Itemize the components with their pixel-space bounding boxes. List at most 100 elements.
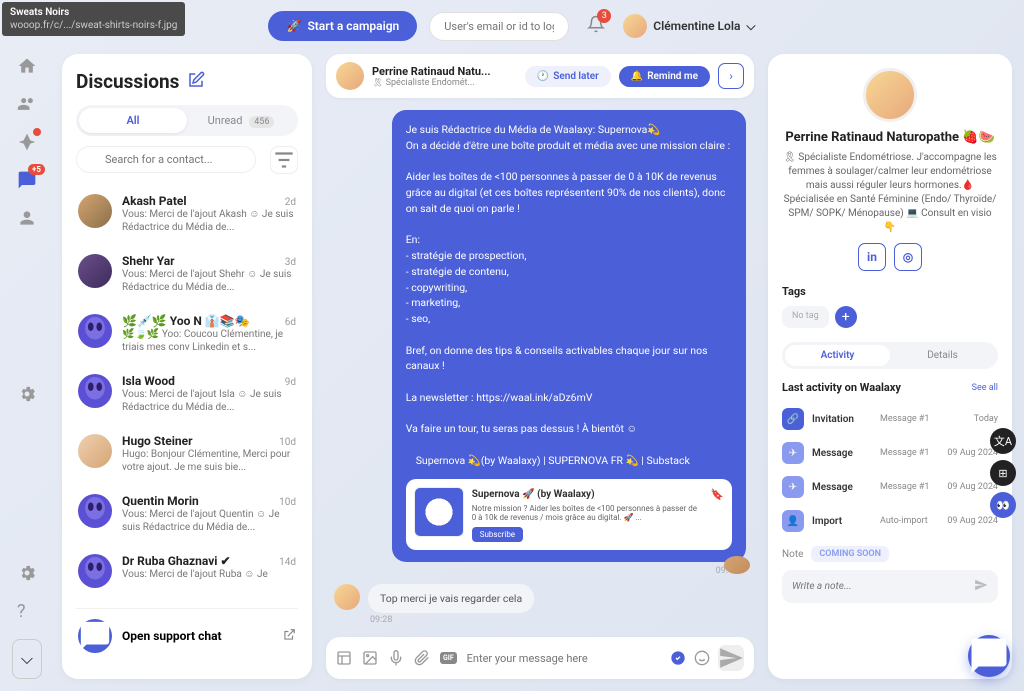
support-chat-row[interactable]: Open support chat	[76, 608, 298, 663]
next-button[interactable]: ›	[718, 63, 744, 89]
nav-chat-icon[interactable]: +5	[17, 170, 37, 190]
emoji-icon[interactable]	[694, 650, 710, 666]
note-label: Note	[782, 549, 803, 560]
search-input[interactable]	[76, 146, 256, 173]
time-ago: 10d	[279, 437, 296, 448]
nav-gear-icon[interactable]	[17, 563, 37, 583]
filter-button[interactable]	[270, 146, 298, 174]
outgoing-message: Je suis Rédactrice du Média de Waalaxy: …	[392, 110, 746, 562]
send-note-icon[interactable]	[974, 578, 988, 595]
chat-header: Perrine Ratinaud Natu... 🎗 Spécialiste E…	[326, 54, 754, 98]
time-ago: 3d	[285, 257, 296, 268]
message-input[interactable]	[467, 652, 660, 665]
link-preview-card[interactable]: Supernova 🚀 (by Waalaxy) Notre mission ?…	[406, 479, 732, 551]
time-ago: 2d	[285, 197, 296, 208]
see-all-link[interactable]: See all	[972, 383, 998, 393]
discussion-item[interactable]: Quentin Morin 10d Vous: Merci de l'ajout…	[76, 484, 298, 544]
activity-title: Last activity on Waalaxy	[782, 381, 901, 394]
message-preview: Vous: Merci de l'ajout Isla ☺ Je suis Ré…	[122, 388, 296, 414]
message-preview: Vous: Merci de l'ajout Quentin ☺ Je suis…	[122, 508, 296, 534]
avatar	[78, 554, 112, 588]
discussion-item[interactable]: Dr Ruba Ghaznavi ✔ 14d Vous: Merci de l'…	[76, 544, 298, 598]
nav-home-icon[interactable]	[17, 56, 37, 76]
discussion-item[interactable]: Hugo Steiner 10d Hugo: Bonjour Clémentin…	[76, 424, 298, 484]
subscribe-button[interactable]: Subscribe	[472, 527, 523, 542]
contact-avatar	[336, 62, 364, 90]
coming-soon-badge: COMING SOON	[811, 546, 889, 562]
profile-name: Perrine Ratinaud Naturopathe 🍓🍉	[782, 130, 998, 145]
discussion-item[interactable]: Akash Patel 2d Vous: Merci de l'ajout Ak…	[76, 184, 298, 244]
send-later-button[interactable]: 🕐Send later	[525, 66, 611, 87]
discussion-tabs: All Unread 456	[76, 105, 298, 136]
activity-icon: ✈	[782, 476, 804, 498]
template-icon[interactable]	[336, 650, 352, 666]
contact-name: Quentin Morin	[122, 494, 199, 508]
mic-icon[interactable]	[388, 650, 404, 666]
nav-expand-button[interactable]: ⌵	[12, 639, 42, 679]
activity-row: 🔗 Invitation Message #1 Today	[782, 402, 998, 436]
activity-type: Message	[812, 448, 872, 459]
activity-row: ✈ Message Message #1 09 Aug 2024	[782, 436, 998, 470]
avatar	[78, 494, 112, 528]
discussion-item[interactable]: Isla Wood 9d Vous: Merci de l'ajout Isla…	[76, 364, 298, 424]
nav-settings-icon[interactable]	[17, 384, 37, 404]
image-icon[interactable]	[362, 650, 378, 666]
activity-icon: 🔗	[782, 408, 804, 430]
nav-people-icon[interactable]	[17, 94, 37, 114]
time-ago: 6d	[285, 317, 296, 328]
message-preview: Vous: Merci de l'ajout Shehr ☺ Je suis R…	[122, 268, 296, 294]
user-menu[interactable]: Clémentine Lola ⌵	[623, 14, 755, 38]
activity-message: Message #1	[880, 448, 939, 458]
profile-panel: Perrine Ratinaud Naturopathe 🍓🍉 🎗 Spécia…	[768, 54, 1012, 679]
start-campaign-button[interactable]: 🚀 Start a campaign	[268, 11, 417, 41]
discussion-item[interactable]: Shehr Yar 3d Vous: Merci de l'ajout Sheh…	[76, 244, 298, 304]
edit-icon[interactable]	[187, 71, 205, 93]
linkedin-button[interactable]: in	[858, 243, 886, 271]
time-ago: 14d	[279, 557, 296, 568]
tab-details[interactable]: Details	[890, 345, 995, 366]
avatar	[78, 314, 112, 348]
attach-icon[interactable]	[414, 650, 430, 666]
tab-unread[interactable]: Unread 456	[187, 108, 295, 133]
discussions-title: Discussions	[76, 70, 179, 93]
remind-me-button[interactable]: 🔔Remind me	[619, 66, 710, 87]
bookmark-icon: 🔖	[711, 487, 724, 543]
nav-group-icon[interactable]	[17, 208, 37, 228]
discussions-panel: Discussions All Unread 456 Akash Patel 2…	[62, 54, 312, 679]
discussion-item[interactable]: 🌿💉🌿 Yoo N 👔📚🎭 6d 🌿🍃🌿 Yoo: Coucou Clément…	[76, 304, 298, 364]
incoming-message: Top merci je vais regarder cela	[368, 584, 534, 613]
contact-name: Dr Ruba Ghaznavi ✔	[122, 554, 231, 568]
avatar	[78, 434, 112, 468]
floating-toolbar: 文A ⊞ 👀	[990, 428, 1016, 518]
external-link-icon	[282, 627, 296, 646]
waalaxy-icon[interactable]: 👀	[990, 492, 1016, 518]
nav-rocket-icon[interactable]	[17, 132, 37, 152]
message-timestamp: 09:28	[370, 615, 746, 625]
avatar	[78, 374, 112, 408]
target-button[interactable]: ◎	[894, 243, 922, 271]
gif-icon[interactable]: GIF	[440, 652, 457, 664]
check-icon[interactable]	[670, 650, 686, 666]
avatar	[78, 254, 112, 288]
nav-help-icon[interactable]: ?	[17, 601, 37, 621]
translate-icon[interactable]: 文A	[990, 428, 1016, 454]
help-chat-button[interactable]	[968, 635, 1010, 677]
note-input[interactable]	[792, 581, 974, 592]
tab-all[interactable]: All	[79, 108, 187, 133]
sender-avatar	[724, 556, 750, 574]
add-tag-button[interactable]: +	[835, 306, 857, 328]
chevron-down-icon: ⌵	[746, 19, 755, 34]
send-button[interactable]	[718, 645, 744, 671]
time-ago: 10d	[279, 497, 296, 508]
activity-date: Today	[974, 414, 998, 424]
login-input[interactable]	[429, 12, 569, 41]
notifications-button[interactable]: 3	[587, 15, 605, 37]
grid-icon[interactable]: ⊞	[990, 460, 1016, 486]
tab-activity[interactable]: Activity	[785, 345, 890, 366]
time-ago: 9d	[285, 377, 296, 388]
activity-type: Import	[812, 516, 872, 527]
note-input-row	[782, 570, 998, 603]
profile-tabs: Activity Details	[782, 342, 998, 369]
rocket-icon: 🚀	[286, 19, 301, 33]
message-timestamp: 09:18	[334, 566, 738, 576]
